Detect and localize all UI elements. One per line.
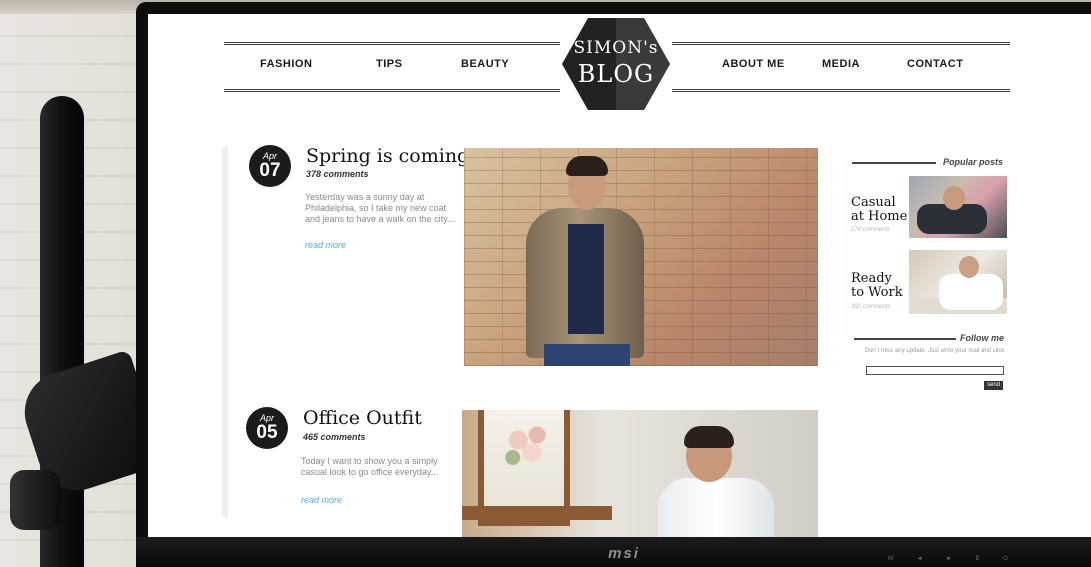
send-button[interactable]: send <box>984 381 1004 390</box>
photo-shirt <box>568 224 604 334</box>
photo-hair <box>684 426 734 448</box>
popular-post-comments: 278 comments <box>851 227 891 233</box>
monitor-left-button[interactable]: ◄ <box>917 555 923 563</box>
post-excerpt: Yesterday was a sunny day at Philadelphi… <box>305 192 455 224</box>
popular-post-title: Casual at Home <box>851 196 911 224</box>
photo-window-sill <box>462 506 612 520</box>
monitor-right-button[interactable]: ► <box>946 555 952 563</box>
nav-fashion[interactable]: FASHION <box>260 58 312 70</box>
post-date-badge: Apr 07 <box>249 145 291 187</box>
photo-hair <box>566 156 608 176</box>
nav-media[interactable]: MEDIA <box>822 58 860 70</box>
monitor-brand-logo: msi <box>608 545 640 562</box>
popular-post-thumbnail[interactable] <box>909 250 1007 314</box>
popular-post-thumbnail[interactable] <box>909 176 1007 238</box>
thumb-person-face <box>959 256 979 278</box>
photo-flowers <box>502 420 556 470</box>
logo-line-1: SIMON's <box>573 38 659 58</box>
popular-post-title-line-1: Ready <box>851 271 892 286</box>
post-photo[interactable] <box>464 148 818 366</box>
monitor-exit-button[interactable]: E <box>976 555 980 563</box>
monitor-control-buttons: M ◄ ► E ⏻ <box>888 555 1008 563</box>
popular-post-title-line-1: Casual <box>851 195 896 210</box>
post-excerpt: Today I want to show you a simply casual… <box>301 456 439 477</box>
posts-timeline <box>222 147 228 517</box>
email-input[interactable] <box>866 366 1004 375</box>
popular-post-title-line-2: to Work <box>851 285 903 300</box>
logo-line-2: BLOG <box>577 60 655 88</box>
post-comments-count: 378 comments <box>306 169 369 179</box>
post-date-badge: Apr 05 <box>246 407 288 449</box>
photo-jeans <box>544 344 630 366</box>
popular-posts-rule <box>852 162 936 164</box>
post-photo[interactable] <box>462 410 818 537</box>
follow-me-heading: Follow me <box>960 333 1005 343</box>
follow-me-rule <box>854 338 956 340</box>
monitor-screen: FASHION TIPS BEAUTY ABOUT ME MEDIA CONTA… <box>148 14 1091 537</box>
nav-tips[interactable]: TIPS <box>376 58 402 70</box>
follow-me-description: Don´t miss any update. Just write your m… <box>864 348 1006 354</box>
read-more-link[interactable]: read more <box>301 495 342 505</box>
popular-posts-heading: Popular posts <box>943 157 1004 167</box>
nav-contact[interactable]: CONTACT <box>907 58 963 70</box>
power-icon[interactable]: ⏻ <box>1003 555 1008 563</box>
nav-beauty[interactable]: BEAUTY <box>461 58 509 70</box>
post-date-day: 07 <box>259 160 281 181</box>
popular-post-comments: 392 comments <box>851 304 891 310</box>
monitor-menu-button[interactable]: M <box>888 555 893 563</box>
thumb-person-face <box>943 186 965 210</box>
monitor-arm-knob <box>10 470 60 530</box>
nav-about-me[interactable]: ABOUT ME <box>722 58 785 70</box>
photo-white-shirt <box>658 478 774 537</box>
blog-logo[interactable]: SIMON's BLOG <box>560 16 672 112</box>
read-more-link[interactable]: read more <box>305 240 346 250</box>
post-title[interactable]: Spring is coming! <box>306 145 477 167</box>
post-date-day: 05 <box>256 422 278 443</box>
post-comments-count: 465 comments <box>303 432 366 442</box>
thumb-person-body <box>939 274 1003 310</box>
popular-post-title-line-2: at Home <box>851 209 908 224</box>
popular-post-title: Ready to Work <box>851 272 911 300</box>
post-title[interactable]: Office Outfit <box>303 407 422 429</box>
